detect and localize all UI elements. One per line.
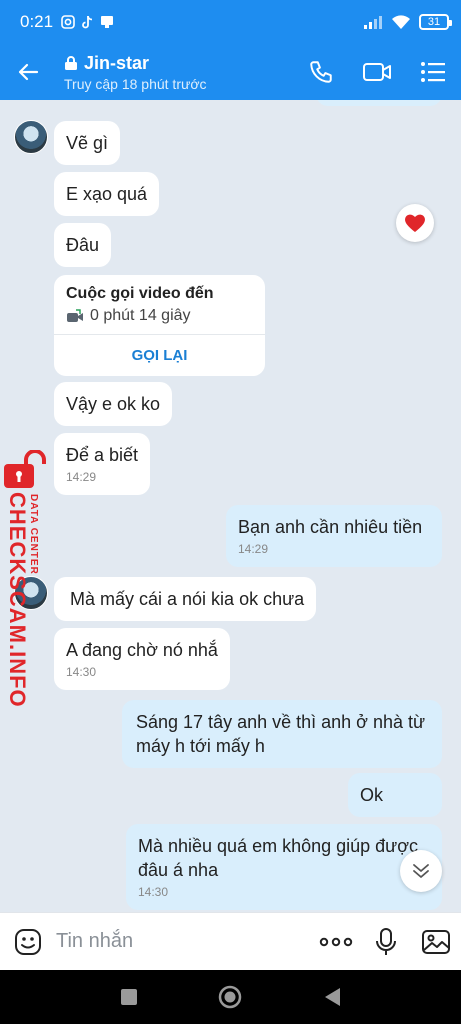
emoji-button[interactable] (0, 913, 56, 971)
watermark-subtext: DATA CENTER (28, 494, 39, 575)
missed-video-icon (67, 309, 83, 322)
message-bubble-partial[interactable] (316, 100, 442, 106)
last-seen: Truy cập 18 phút trước (64, 75, 207, 92)
avatar[interactable] (14, 120, 48, 154)
message-bubble[interactable]: Để a biết 14:29 (54, 433, 151, 495)
emoji-icon (15, 928, 41, 955)
list-menu-icon (421, 62, 445, 82)
message-bubble[interactable]: A đang chờ nó nhắ 14:30 (54, 628, 230, 690)
message-text: Sáng 17 tây anh về thì anh ở nhà từ máy … (136, 712, 426, 756)
scroll-to-bottom-button[interactable] (400, 850, 442, 892)
status-bar: 0:21 31 (0, 0, 461, 44)
watermark: CHECKSCAM.INFO DATA CENTER (0, 450, 48, 708)
video-camera-icon (363, 63, 391, 81)
message-bubble[interactable]: Bạn anh cần nhiêu tiền 14:29 (226, 505, 442, 567)
call-back-button[interactable]: GỌI LẠI (54, 334, 265, 376)
message-input[interactable]: Tin nhắn (56, 930, 311, 953)
message-bubble[interactable]: E xạo quá (54, 172, 160, 216)
message-time: 14:29 (66, 470, 97, 484)
image-icon (422, 929, 450, 954)
voice-message-button[interactable] (361, 913, 411, 971)
chat-app-icon (101, 16, 114, 28)
back-arrow-icon (18, 63, 39, 81)
message-text: Mà mấy cái a nói kia ok chưa (70, 589, 305, 609)
wifi-icon (392, 14, 410, 29)
message-bubble[interactable]: Vậy e ok ko (54, 382, 173, 426)
message-bubble[interactable]: Mà nhiều quá em không giúp được đâu á nh… (126, 824, 442, 910)
status-time: 0:21 (20, 12, 54, 31)
chevron-double-down-icon (413, 864, 429, 878)
signal-icon (364, 16, 382, 29)
message-text: Ok (360, 785, 384, 805)
chat-header: Jin-star Truy cập 18 phút trước (0, 44, 461, 100)
call-card-title: Cuộc gọi video đến (66, 285, 214, 302)
message-time: 14:30 (66, 665, 97, 679)
heart-icon (405, 214, 425, 232)
call-duration: 0 phút 14 giây (90, 307, 191, 324)
message-time: 14:30 (138, 885, 169, 899)
message-bubble[interactable]: Ok (348, 773, 442, 817)
more-icon (319, 937, 353, 946)
video-call-button[interactable] (349, 44, 405, 100)
phone-icon (310, 61, 332, 83)
reaction-button[interactable] (396, 204, 434, 242)
message-time: 14:29 (238, 542, 269, 556)
message-text: Mà nhiều quá em không giúp được đâu á nh… (138, 836, 419, 880)
lock-icon (65, 56, 77, 70)
nav-back-icon[interactable] (323, 987, 341, 1007)
message-text: Đâu (66, 235, 100, 255)
image-button[interactable] (411, 913, 461, 971)
message-text: Vậy e ok ko (66, 394, 161, 414)
message-input-bar: Tin nhắn (0, 912, 461, 970)
message-bubble[interactable]: Vẽ gì (54, 121, 121, 165)
watermark-text: CHECKSCAM.INFO (5, 492, 30, 708)
message-text: Để a biết (66, 445, 139, 465)
battery-indicator: 31 (419, 14, 452, 30)
nav-circle-icon[interactable] (217, 984, 243, 1010)
message-bubble[interactable]: Đâu (54, 223, 112, 267)
message-text: E xạo quá (66, 184, 148, 204)
chat-options-button[interactable] (405, 44, 461, 100)
watermark-lock-icon (4, 450, 46, 488)
back-button[interactable] (0, 44, 56, 100)
message-text: A đang chờ nó nhắ (66, 640, 218, 660)
voice-call-button[interactable] (293, 44, 349, 100)
microphone-icon (376, 927, 396, 955)
message-bubble[interactable]: Mà mấy cái a nói kia ok chưa (54, 577, 317, 621)
more-button[interactable] (311, 913, 361, 971)
instagram-icon (61, 15, 75, 29)
system-nav-bar (0, 970, 461, 1024)
message-list[interactable]: Vẽ gì E xạo quá Đâu Cuộc gọi video đến 0… (0, 100, 461, 912)
video-call-card[interactable]: Cuộc gọi video đến 0 phút 14 giây GỌI LẠ… (54, 275, 265, 376)
status-notification-icons (61, 15, 114, 30)
contact-info[interactable]: Jin-star Truy cập 18 phút trước (56, 53, 293, 92)
nav-square-icon[interactable] (120, 988, 138, 1006)
contact-name: Jin-star (84, 52, 150, 73)
message-text: Vẽ gì (66, 133, 109, 153)
message-text: Bạn anh cần nhiêu tiền (238, 517, 423, 537)
message-bubble[interactable]: Sáng 17 tây anh về thì anh ở nhà từ máy … (122, 700, 442, 768)
tiktok-icon (82, 15, 93, 28)
